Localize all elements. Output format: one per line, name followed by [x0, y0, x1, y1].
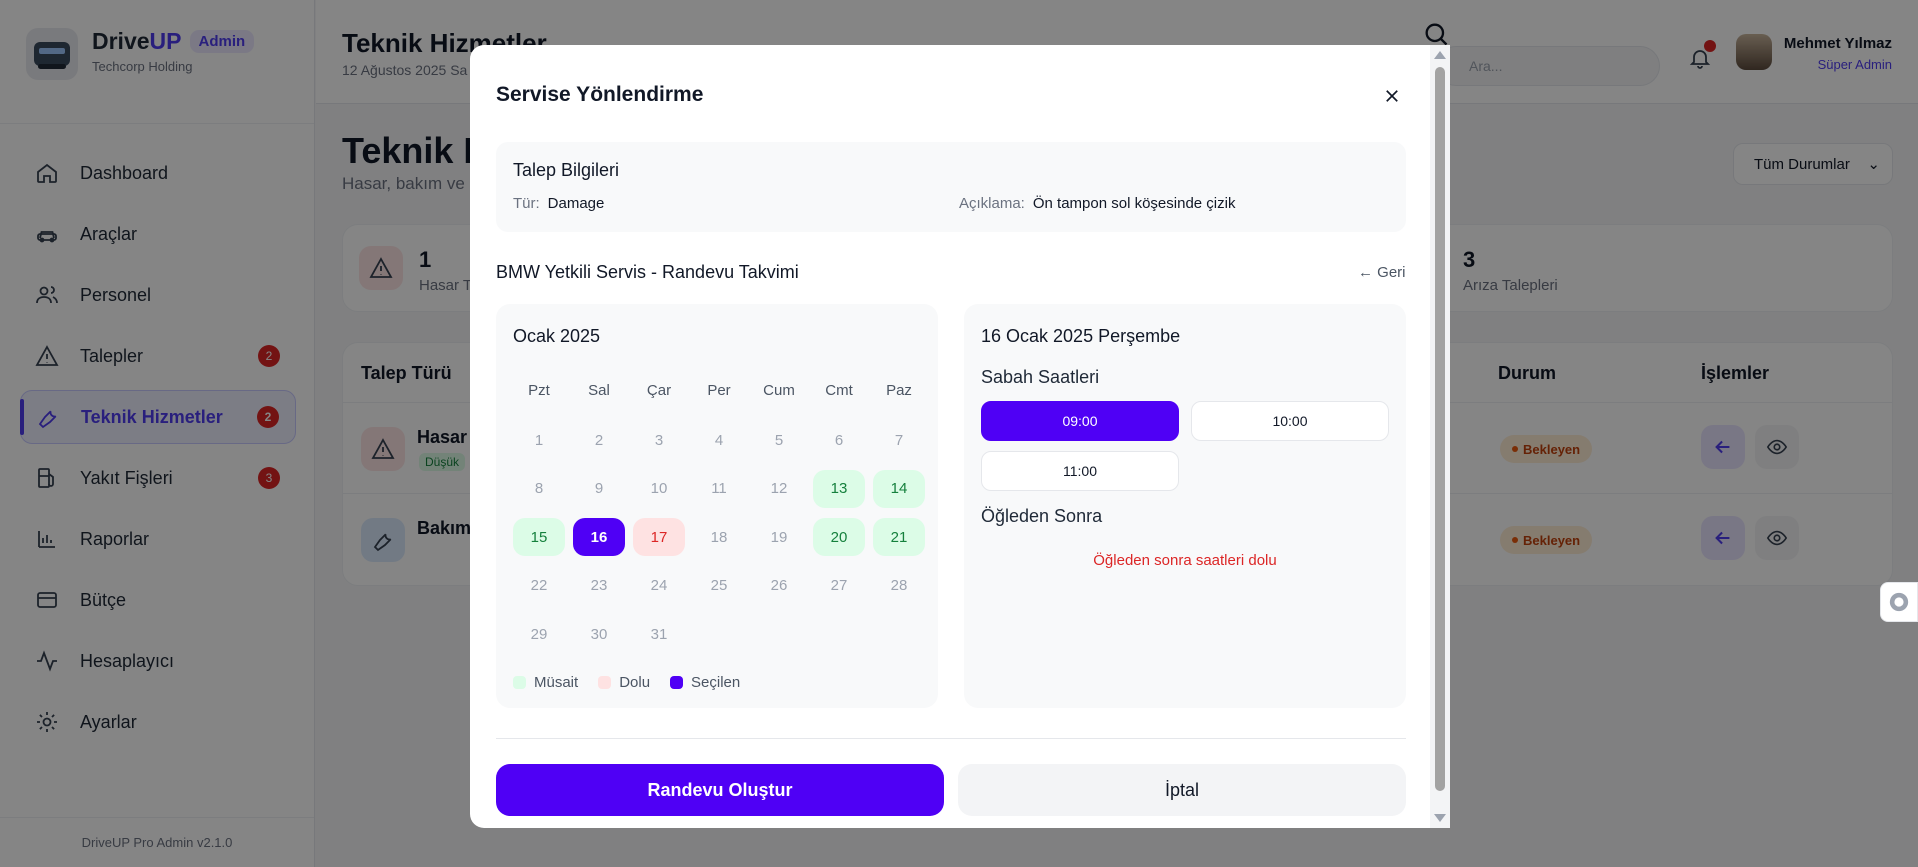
- calendar-day: 22: [530, 577, 548, 594]
- divider: [496, 738, 1406, 739]
- calendar: Ocak 2025 Müsait Dolu Seçilen Pzt Sal Çar Per…: [496, 304, 938, 708]
- weekday-label: Paz: [886, 382, 912, 399]
- legend-item: Dolu: [598, 674, 650, 691]
- calendar-day: 3: [654, 431, 664, 449]
- close-icon[interactable]: [1378, 82, 1406, 110]
- assistant-widget-button[interactable]: [1880, 582, 1918, 622]
- calendar-day: 29: [530, 625, 548, 643]
- time-slot-button[interactable]: 09:00: [981, 401, 1179, 441]
- legend-swatch: [670, 676, 684, 689]
- calendar-day: 8: [534, 480, 544, 497]
- calendar-day[interactable]: 15: [513, 518, 565, 556]
- calendar-day: 26: [770, 577, 788, 594]
- info-type: Tür: Damage: [513, 195, 605, 212]
- scroll-up-icon[interactable]: [1434, 51, 1446, 59]
- modal-scrollbar[interactable]: [1430, 45, 1450, 828]
- info-description: Açıklama: Ön tampon sol köşesinde çizik: [959, 195, 1236, 212]
- legend-label: Müsait: [534, 674, 579, 691]
- calendar-day: 4: [714, 431, 724, 449]
- calendar-day: 2: [594, 431, 604, 449]
- scrollbar-thumb[interactable]: [1435, 67, 1445, 791]
- weekday-label: Çar: [646, 382, 672, 399]
- calendar-day[interactable]: 14: [873, 469, 925, 508]
- scroll-down-icon[interactable]: [1434, 814, 1446, 822]
- calendar-day: 28: [890, 577, 908, 594]
- weekday-label: Cmt: [825, 382, 853, 399]
- calendar-legend: Müsait Dolu Seçilen: [513, 674, 740, 691]
- morning-heading: Sabah Saatleri: [981, 367, 1100, 387]
- calendar-day: 27: [830, 577, 848, 594]
- service-redirect-modal: Servise Yönlendirme Talep Bilgileri Tür:…: [470, 45, 1450, 828]
- cancel-button[interactable]: İptal: [958, 764, 1406, 816]
- legend-label: Dolu: [619, 674, 651, 691]
- calendar-day: 18: [710, 528, 728, 546]
- calendar-day: 24: [650, 577, 668, 594]
- afternoon-heading: Öğleden Sonra: [981, 506, 1103, 526]
- calendar-day: 23: [590, 577, 608, 594]
- legend-item: Müsait: [513, 674, 578, 691]
- assistant-icon: [1889, 592, 1909, 612]
- calendar-day: 11: [711, 480, 727, 497]
- create-appointment-button[interactable]: Randevu Oluştur: [496, 764, 944, 816]
- service-calendar-title: BMW Yetkili Servis - Randevu Takvimi: [496, 262, 799, 282]
- info-heading: Talep Bilgileri: [513, 160, 620, 180]
- time-slot-button[interactable]: 11:00: [981, 451, 1179, 491]
- weekday-label: Per: [707, 382, 731, 399]
- calendar-day: 1: [534, 431, 544, 449]
- time-slot-button[interactable]: 10:00: [1191, 401, 1389, 441]
- modal-title: Servise Yönlendirme: [496, 83, 704, 106]
- legend-swatch: [513, 676, 526, 689]
- request-info-panel: Talep Bilgileri Tür: Damage Açıklama: Ön t…: [496, 142, 1406, 232]
- calendar-day: 30: [590, 625, 608, 643]
- afternoon-full-message: Öğleden sonra saatleri dolu: [1093, 552, 1277, 569]
- calendar-day: 12: [770, 480, 788, 497]
- calendar-day[interactable]: 21: [873, 518, 925, 556]
- weekday-label: Pzt: [528, 382, 550, 399]
- calendar-day: 17: [633, 518, 685, 556]
- calendar-day: 5: [774, 431, 784, 449]
- selected-date: 16 Ocak 2025 Perşembe: [981, 326, 1181, 346]
- calendar-day: 19: [770, 528, 788, 546]
- calendar-day: 9: [594, 480, 604, 497]
- calendar-day: 31: [650, 625, 668, 643]
- calendar-day: 7: [894, 431, 904, 449]
- legend-swatch: [598, 676, 612, 689]
- calendar-day[interactable]: 13: [813, 469, 865, 508]
- weekday-label: Sal: [588, 382, 610, 399]
- calendar-day: 6: [834, 431, 844, 449]
- calendar-day: 10: [650, 480, 668, 497]
- legend-label: Seçilen: [691, 674, 741, 691]
- calendar-month: Ocak 2025: [513, 326, 601, 346]
- legend-item: Seçilen: [670, 674, 740, 691]
- calendar-day: 25: [710, 577, 728, 594]
- time-slots-panel: 16 Ocak 2025 Perşembe Sabah Saatleri Öğl…: [964, 304, 1406, 708]
- calendar-day[interactable]: 20: [813, 518, 865, 556]
- calendar-day[interactable]: 16: [573, 518, 625, 556]
- back-link[interactable]: ← Geri: [1358, 264, 1406, 281]
- weekday-label: Cum: [763, 382, 795, 399]
